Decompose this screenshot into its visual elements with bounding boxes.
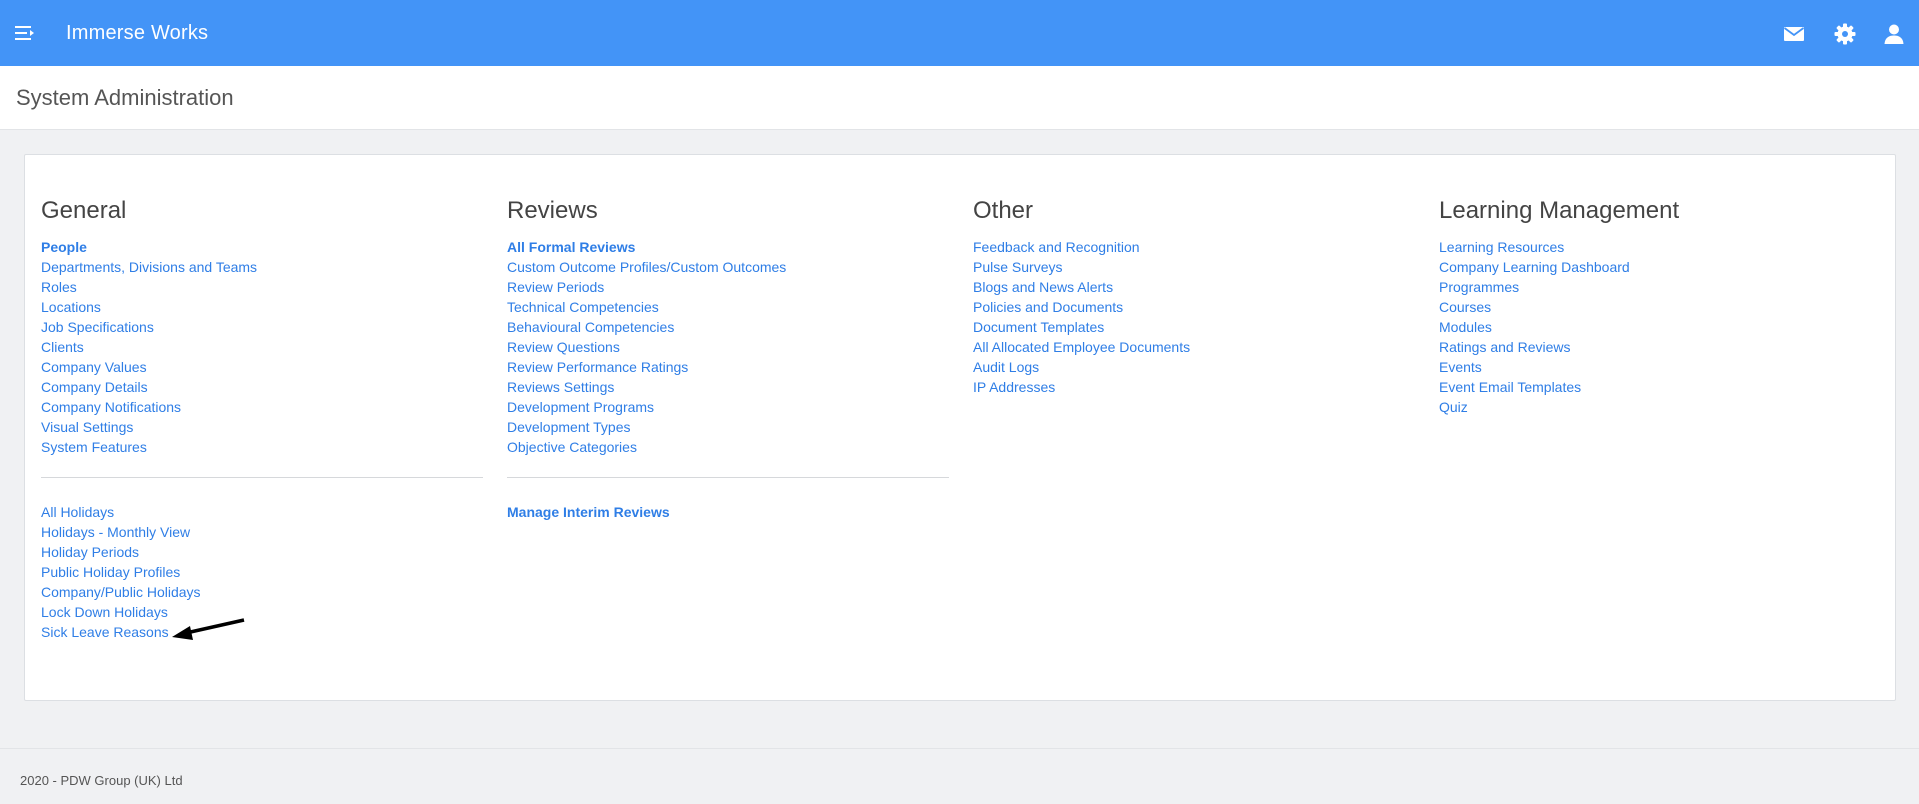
link-development-types[interactable]: Development Types: [507, 419, 630, 435]
link-system-features[interactable]: System Features: [41, 439, 147, 455]
link-public-holiday-profiles[interactable]: Public Holiday Profiles: [41, 564, 180, 580]
link-ip-addresses[interactable]: IP Addresses: [973, 379, 1055, 395]
link-ratings-reviews[interactable]: Ratings and Reviews: [1439, 339, 1571, 355]
link-objective-categories[interactable]: Objective Categories: [507, 439, 637, 455]
gear-icon[interactable]: [1833, 22, 1857, 46]
link-pulse-surveys[interactable]: Pulse Surveys: [973, 259, 1062, 275]
link-company-learning-dashboard[interactable]: Company Learning Dashboard: [1439, 259, 1630, 275]
link-event-email-templates[interactable]: Event Email Templates: [1439, 379, 1581, 395]
link-people[interactable]: People: [41, 239, 87, 255]
interim-links: Manage Interim Reviews: [507, 502, 949, 522]
general-divider: [41, 477, 483, 478]
link-events[interactable]: Events: [1439, 359, 1482, 375]
link-quiz[interactable]: Quiz: [1439, 399, 1468, 415]
link-document-templates[interactable]: Document Templates: [973, 319, 1104, 335]
link-holidays-monthly-view[interactable]: Holidays - Monthly View: [41, 524, 190, 540]
link-review-performance-ratings[interactable]: Review Performance Ratings: [507, 359, 688, 375]
link-courses[interactable]: Courses: [1439, 299, 1491, 315]
link-blogs-news-alerts[interactable]: Blogs and News Alerts: [973, 279, 1113, 295]
top-navbar: Immerse Works: [0, 0, 1919, 66]
other-links: Feedback and Recognition Pulse Surveys B…: [973, 237, 1415, 397]
link-holiday-periods[interactable]: Holiday Periods: [41, 544, 139, 560]
link-job-specifications[interactable]: Job Specifications: [41, 319, 154, 335]
footer: 2020 - PDW Group (UK) Ltd: [0, 748, 1919, 804]
reviews-section: Reviews All Formal Reviews Custom Outcom…: [507, 197, 949, 522]
link-policies-documents[interactable]: Policies and Documents: [973, 299, 1123, 315]
link-sick-leave-reasons[interactable]: Sick Leave Reasons: [41, 624, 169, 640]
link-company-details[interactable]: Company Details: [41, 379, 148, 395]
link-review-questions[interactable]: Review Questions: [507, 339, 620, 355]
link-company-notifications[interactable]: Company Notifications: [41, 399, 181, 415]
general-heading: General: [41, 197, 127, 224]
app-title[interactable]: Immerse Works: [66, 22, 208, 45]
link-locations[interactable]: Locations: [41, 299, 101, 315]
annotation-arrow-icon: [172, 618, 245, 640]
link-all-formal-reviews[interactable]: All Formal Reviews: [507, 239, 635, 255]
page-title: System Administration: [16, 85, 234, 110]
link-custom-outcome-profiles[interactable]: Custom Outcome Profiles/Custom Outcomes: [507, 259, 786, 275]
page-header: System Administration: [0, 66, 1919, 130]
link-modules[interactable]: Modules: [1439, 319, 1492, 335]
menu-icon[interactable]: [14, 23, 36, 43]
link-departments[interactable]: Departments, Divisions and Teams: [41, 259, 257, 275]
link-company-public-holidays[interactable]: Company/Public Holidays: [41, 584, 201, 600]
link-lock-down-holidays[interactable]: Lock Down Holidays: [41, 604, 168, 620]
link-clients[interactable]: Clients: [41, 339, 84, 355]
reviews-links: All Formal Reviews Custom Outcome Profil…: [507, 237, 949, 457]
link-behavioural-competencies[interactable]: Behavioural Competencies: [507, 319, 674, 335]
mail-icon[interactable]: [1782, 22, 1806, 46]
user-icon[interactable]: [1882, 22, 1906, 46]
link-technical-competencies[interactable]: Technical Competencies: [507, 299, 659, 315]
reviews-heading: Reviews: [507, 197, 598, 224]
link-visual-settings[interactable]: Visual Settings: [41, 419, 133, 435]
link-manage-interim-reviews[interactable]: Manage Interim Reviews: [507, 504, 670, 520]
holiday-links: All Holidays Holidays - Monthly View Hol…: [41, 502, 483, 642]
link-roles[interactable]: Roles: [41, 279, 77, 295]
other-heading: Other: [973, 197, 1034, 224]
link-reviews-settings[interactable]: Reviews Settings: [507, 379, 614, 395]
other-section: Other Feedback and Recognition Pulse Sur…: [973, 197, 1415, 397]
link-audit-logs[interactable]: Audit Logs: [973, 359, 1039, 375]
learning-links: Learning Resources Company Learning Dash…: [1439, 237, 1881, 417]
link-company-values[interactable]: Company Values: [41, 359, 147, 375]
link-development-programs[interactable]: Development Programs: [507, 399, 654, 415]
link-programmes[interactable]: Programmes: [1439, 279, 1519, 295]
link-learning-resources[interactable]: Learning Resources: [1439, 239, 1564, 255]
footer-copyright: 2020 - PDW Group (UK) Ltd: [20, 773, 183, 788]
link-all-holidays[interactable]: All Holidays: [41, 504, 114, 520]
link-review-periods[interactable]: Review Periods: [507, 279, 604, 295]
admin-card: General People Departments, Divisions an…: [24, 154, 1896, 701]
link-allocated-employee-documents[interactable]: All Allocated Employee Documents: [973, 339, 1190, 355]
learning-section: Learning Management Learning Resources C…: [1439, 197, 1881, 417]
general-links: People Departments, Divisions and Teams …: [41, 237, 483, 457]
reviews-divider: [507, 477, 949, 478]
general-section: General People Departments, Divisions an…: [41, 197, 483, 642]
learning-heading: Learning Management: [1439, 197, 1680, 224]
link-feedback-recognition[interactable]: Feedback and Recognition: [973, 239, 1140, 255]
